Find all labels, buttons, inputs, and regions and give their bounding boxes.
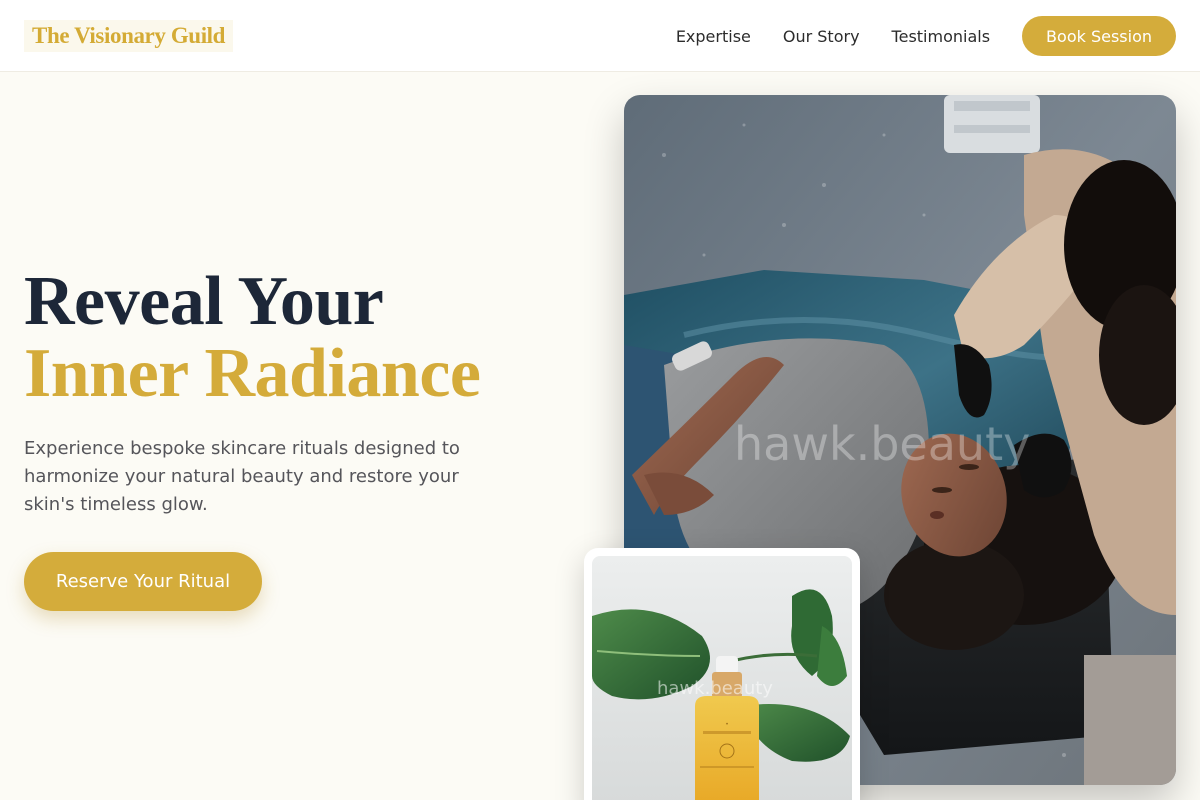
product-card: • hawk.beauty: [584, 548, 860, 800]
hero-title: Reveal Your Inner Radiance: [24, 263, 481, 412]
reserve-ritual-button[interactable]: Reserve Your Ritual: [24, 552, 262, 611]
svg-text:•: •: [725, 721, 729, 728]
serum-bottle-photo: • hawk.beauty: [592, 556, 852, 800]
hero-description: Experience bespoke skincare rituals desi…: [24, 438, 460, 515]
main-nav: Expertise Our Story Testimonials Book Se…: [676, 0, 1176, 72]
hero-title-line1: Reveal Your: [24, 263, 384, 340]
nav-link-our-story[interactable]: Our Story: [783, 27, 860, 46]
brand-logo[interactable]: The Visionary Guild: [24, 20, 234, 52]
hero-title-line2: Inner Radiance: [24, 335, 481, 412]
book-session-button[interactable]: Book Session: [1022, 16, 1176, 56]
nav-link-testimonials[interactable]: Testimonials: [892, 27, 991, 46]
serum-illustration: •: [592, 556, 852, 800]
nav-link-expertise[interactable]: Expertise: [676, 27, 751, 46]
site-header: The Visionary Guild Expertise Our Story …: [0, 0, 1200, 72]
